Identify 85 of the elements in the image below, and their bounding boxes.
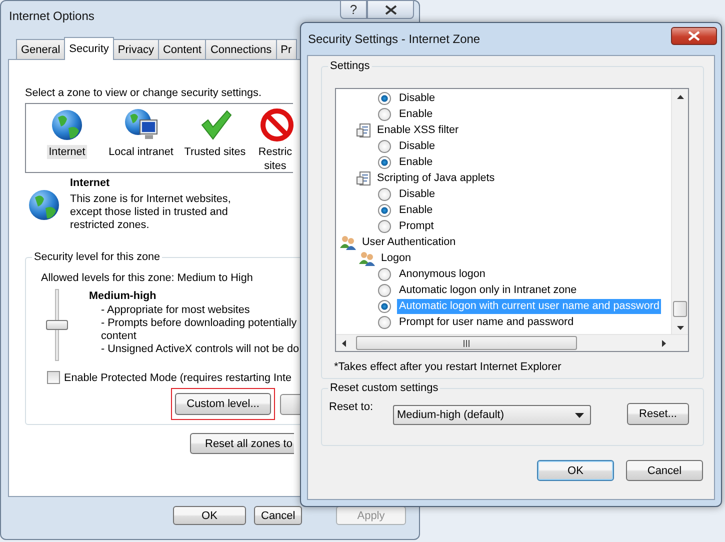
checkbox-label: Enable Protected Mode (requires restarting Inte	[64, 372, 292, 384]
radio-button[interactable]	[378, 140, 391, 152]
no-entry-icon	[260, 108, 294, 142]
radio-button[interactable]	[378, 284, 391, 296]
left-arrow-icon	[342, 340, 346, 346]
users-icon	[339, 234, 357, 250]
zone-name: Internet	[70, 177, 111, 189]
option-label[interactable]: Disable	[397, 186, 438, 202]
option-label[interactable]: Enable	[397, 154, 435, 170]
tab[interactable]: Security	[64, 37, 114, 60]
dialog-button[interactable]: OK	[537, 460, 614, 481]
dialog-button[interactable]: Cancel	[254, 506, 302, 525]
zone-item[interactable]: Internet	[46, 145, 88, 159]
users-icon	[358, 250, 376, 266]
close-icon	[688, 31, 700, 41]
setting-name: Enable XSS filter	[376, 122, 460, 138]
option-label[interactable]: Automatic logon only in Intranet zone	[397, 282, 579, 298]
radio-button[interactable]	[378, 316, 391, 328]
right-arrow-icon	[662, 340, 666, 346]
option-label[interactable]: Prompt	[397, 218, 436, 234]
option-label[interactable]: Disable	[397, 138, 438, 154]
caret-icon	[575, 412, 584, 418]
window-title: Security Settings - Internet Zone	[308, 32, 480, 46]
close-icon	[384, 4, 396, 14]
dialog-button[interactable]: Cancel	[626, 460, 703, 481]
reset-button[interactable]: Reset...	[627, 403, 689, 425]
down-arrow-icon	[677, 326, 684, 330]
option-label[interactable]: Disable	[397, 90, 438, 106]
level-description: - Appropriate for most websites	[100, 304, 251, 317]
radio-button[interactable]	[378, 188, 391, 200]
setting-name: Scripting of Java applets	[376, 170, 496, 186]
help-button[interactable]: ?	[340, 0, 367, 19]
tab[interactable]: Connections	[205, 39, 277, 59]
group-title: Reset custom settings	[328, 381, 440, 395]
slider-thumb[interactable]	[46, 320, 68, 330]
option-label[interactable]: Enable	[397, 106, 435, 122]
radio-button[interactable]	[378, 220, 391, 232]
zone-item[interactable]: Local intranet	[106, 145, 176, 159]
radio-button[interactable]	[378, 204, 391, 216]
level-description: - Unsigned ActiveX controls will not be do	[100, 343, 300, 356]
setting-name: Logon	[380, 250, 412, 266]
radio-button[interactable]	[378, 92, 391, 104]
zone-item[interactable]: Trusted sites	[182, 145, 248, 159]
script-icon	[356, 170, 372, 186]
group-title: Settings	[328, 59, 372, 73]
close-button[interactable]	[367, 0, 414, 19]
script-icon	[356, 122, 372, 138]
radio-button[interactable]	[378, 300, 391, 312]
radio-button[interactable]	[378, 268, 391, 280]
close-button[interactable]	[671, 27, 717, 45]
custom-level-button[interactable]: Custom level...	[175, 393, 271, 415]
scroll-thumb[interactable]	[356, 336, 577, 350]
reset-dropdown[interactable]: Medium-high (default)	[393, 405, 591, 425]
level-name: Medium-high	[89, 289, 158, 304]
tab[interactable]: General	[16, 39, 66, 59]
globe-icon	[50, 108, 84, 142]
radio-button[interactable]	[378, 108, 391, 120]
globe-icon	[28, 189, 60, 221]
allowed-levels-text: Allowed levels for this zone: Medium to High	[41, 272, 253, 284]
category-name: User Authentication	[361, 234, 457, 250]
field-label: Reset to:	[329, 401, 374, 413]
dialog-button[interactable]: OK	[173, 506, 246, 525]
option-label[interactable]: Anonymous logon	[397, 266, 488, 282]
vertical-scrollbar[interactable]	[671, 89, 688, 336]
level-description: content	[100, 330, 138, 343]
tab[interactable]: Privacy	[112, 39, 159, 59]
window-title: Internet Options	[9, 9, 94, 23]
up-arrow-icon	[677, 95, 684, 99]
group-title: Security level for this zone	[32, 250, 162, 264]
footnote: *Takes effect after you restart Internet Explorer	[334, 361, 562, 373]
tab[interactable]: Content	[158, 39, 206, 59]
reset-all-button[interactable]: Reset all zones to	[190, 433, 294, 454]
scroll-thumb[interactable]	[673, 301, 687, 317]
level-description: - Prompts before downloading potentially	[100, 317, 298, 330]
globe-monitor-icon	[124, 108, 158, 142]
instruction-text: Select a zone to view or change security settings.	[25, 87, 262, 99]
option-label[interactable]: Enable	[397, 202, 435, 218]
zone-item[interactable]: Restric sites	[256, 145, 294, 173]
radio-button[interactable]	[378, 156, 391, 168]
grip-icon	[463, 340, 470, 346]
tab[interactable]: Pr	[276, 39, 297, 59]
option-label[interactable]: Prompt for user name and password	[397, 314, 576, 330]
zone-description: This zone is for Internet websites, except those listed in trusted and restricted zones.	[70, 193, 232, 232]
horizontal-scrollbar[interactable]	[336, 334, 688, 351]
checkbox[interactable]	[47, 371, 60, 384]
